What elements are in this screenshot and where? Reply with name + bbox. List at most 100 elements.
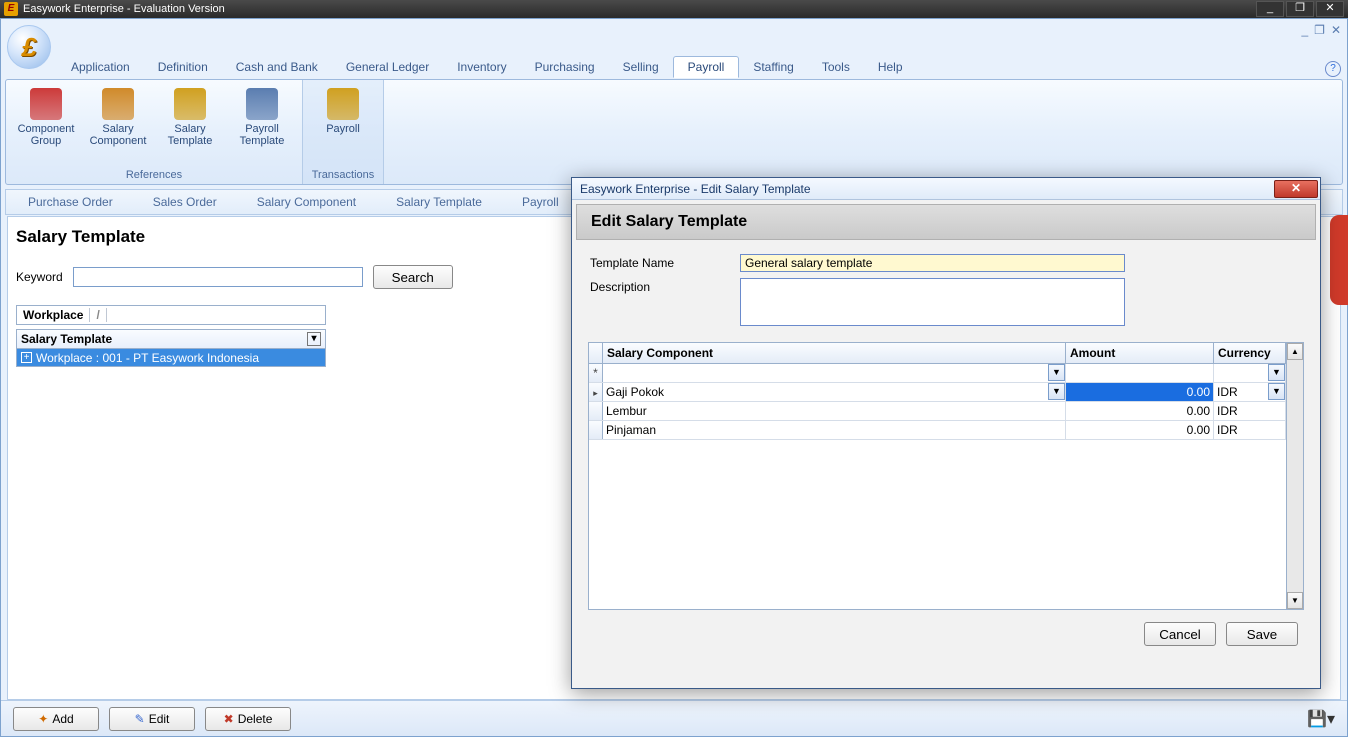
grid-cell-amount[interactable]: 0.00 — [1066, 383, 1214, 401]
save-button[interactable]: Save — [1226, 622, 1298, 646]
scroll-down-icon[interactable]: ▼ — [1287, 592, 1303, 609]
grid-row[interactable]: Pinjaman0.00IDR — [589, 421, 1286, 440]
ribbon-group-title: References — [12, 166, 296, 184]
menu-item-help[interactable]: Help — [864, 57, 917, 77]
ribbon-item-salary-component[interactable]: SalaryComponent — [84, 84, 152, 151]
add-button[interactable]: ✦Add — [13, 707, 99, 731]
grid-header: Salary Component Amount Currency — [589, 343, 1286, 364]
grid-row-indicator — [589, 402, 603, 420]
menu-item-selling[interactable]: Selling — [609, 57, 673, 77]
ribbon: ComponentGroupSalaryComponentSalaryTempl… — [5, 79, 1343, 185]
tree-header-dropdown-icon[interactable]: ▾ — [307, 332, 321, 346]
search-button[interactable]: Search — [373, 265, 453, 289]
tree-row-workplace[interactable]: + Workplace : 001 - PT Easywork Indonesi… — [16, 349, 326, 367]
grid-cell-currency[interactable]: IDR▼ — [1214, 383, 1286, 401]
grid-col-currency[interactable]: Currency — [1214, 343, 1286, 363]
grid-row-new[interactable]: ▼ ▼ — [589, 364, 1286, 383]
dialog-title: Easywork Enterprise - Edit Salary Templa… — [580, 182, 811, 196]
breadcrumb-item[interactable]: Workplace — [17, 308, 90, 322]
ribbon-item-payroll[interactable]: Payroll — [309, 84, 377, 139]
ribbon-icon — [102, 88, 134, 120]
window-title: Easywork Enterprise - Evaluation Version — [23, 3, 225, 15]
template-name-label: Template Name — [590, 254, 740, 272]
grid-new-component-cell[interactable]: ▼ — [603, 364, 1066, 382]
help-orb-icon[interactable]: ? — [1325, 61, 1341, 77]
dialog-heading: Edit Salary Template — [591, 213, 1301, 231]
dropdown-icon[interactable]: ▼ — [1048, 364, 1065, 381]
doc-tab-salary-template[interactable]: Salary Template — [386, 192, 512, 212]
grid-cell-currency[interactable]: IDR — [1214, 402, 1286, 420]
dialog-footer: Cancel Save — [576, 610, 1316, 658]
delete-icon: ✖ — [224, 712, 234, 726]
scroll-up-icon[interactable]: ▲ — [1287, 343, 1303, 360]
grid-cell-component[interactable]: Pinjaman — [603, 421, 1066, 439]
bottom-toolbar: ✦Add ✎Edit ✖Delete 💾▾ — [1, 700, 1347, 736]
ribbon-group-references: ComponentGroupSalaryComponentSalaryTempl… — [6, 80, 303, 184]
grid-cell-component[interactable]: Lembur — [603, 402, 1066, 420]
template-name-input[interactable] — [740, 254, 1125, 272]
doc-tab-sales-order[interactable]: Sales Order — [143, 192, 247, 212]
grid-cell-currency[interactable]: IDR — [1214, 421, 1286, 439]
dropdown-icon[interactable]: ▼ — [1268, 364, 1285, 381]
add-icon: ✦ — [38, 712, 48, 726]
tree-header-label: Salary Template — [21, 332, 112, 346]
ribbon-label: ComponentGroup — [14, 123, 78, 147]
ribbon-item-salary-template[interactable]: SalaryTemplate — [156, 84, 224, 151]
grid-row-indicator — [589, 383, 603, 401]
dialog-titlebar[interactable]: Easywork Enterprise - Edit Salary Templa… — [572, 178, 1320, 200]
tree-expand-icon[interactable]: + — [21, 352, 32, 363]
grid-new-currency-cell[interactable]: ▼ — [1214, 364, 1286, 382]
minimize-button[interactable]: _ — [1256, 1, 1284, 17]
menu-item-payroll[interactable]: Payroll — [673, 56, 740, 78]
keyword-input[interactable] — [73, 267, 363, 287]
ribbon-label: Payroll — [311, 123, 375, 135]
grid-col-component[interactable]: Salary Component — [603, 343, 1066, 363]
description-input[interactable] — [740, 278, 1125, 326]
menu-item-definition[interactable]: Definition — [144, 57, 222, 77]
cancel-button[interactable]: Cancel — [1144, 622, 1216, 646]
edit-button[interactable]: ✎Edit — [109, 707, 195, 731]
ribbon-item-component-group[interactable]: ComponentGroup — [12, 84, 80, 151]
grid-cell-component[interactable]: Gaji Pokok▼ — [603, 383, 1066, 401]
ribbon-icon — [327, 88, 359, 120]
breadcrumb-bar[interactable]: Workplace / — [16, 305, 326, 325]
dialog-close-button[interactable]: ✕ — [1274, 180, 1318, 198]
menu-item-tools[interactable]: Tools — [808, 57, 864, 77]
menu-item-staffing[interactable]: Staffing — [739, 57, 807, 77]
grid-row[interactable]: Lembur0.00IDR — [589, 402, 1286, 421]
close-button[interactable]: ✕ — [1316, 1, 1344, 17]
grid-row[interactable]: Gaji Pokok▼0.00IDR▼ — [589, 383, 1286, 402]
menu-item-cash-and-bank[interactable]: Cash and Bank — [222, 57, 332, 77]
salary-grid: Salary Component Amount Currency ▼ ▼ Gaj… — [588, 342, 1304, 610]
dropdown-icon[interactable]: ▼ — [1268, 383, 1285, 400]
grid-cell-amount[interactable]: 0.00 — [1066, 421, 1214, 439]
save-disk-icon[interactable]: 💾▾ — [1307, 709, 1335, 729]
maximize-button[interactable]: ❐ — [1286, 1, 1314, 17]
dialog-header-panel: Edit Salary Template — [576, 204, 1316, 240]
ribbon-item-payroll-template[interactable]: PayrollTemplate — [228, 84, 296, 151]
menu-item-inventory[interactable]: Inventory — [443, 57, 520, 77]
tree-header: Salary Template ▾ — [16, 329, 326, 349]
menu-item-application[interactable]: Application — [57, 57, 144, 77]
doc-tab-purchase-order[interactable]: Purchase Order — [18, 192, 143, 212]
grid-scrollbar[interactable]: ▲ ▼ — [1286, 343, 1303, 609]
mdi-close-icon[interactable]: ✕ — [1331, 23, 1341, 37]
app-icon: E — [4, 2, 18, 16]
grid-col-amount[interactable]: Amount — [1066, 343, 1214, 363]
app-logo-orb[interactable]: £ — [7, 25, 51, 69]
keyword-label: Keyword — [16, 270, 63, 284]
ribbon-label: SalaryTemplate — [158, 123, 222, 147]
grid-new-amount-cell[interactable] — [1066, 364, 1214, 382]
menu-item-general-ledger[interactable]: General Ledger — [332, 57, 443, 77]
grid-cell-amount[interactable]: 0.00 — [1066, 402, 1214, 420]
doc-tab-salary-component[interactable]: Salary Component — [247, 192, 386, 212]
delete-button[interactable]: ✖Delete — [205, 707, 291, 731]
main-menu: ApplicationDefinitionCash and BankGenera… — [57, 55, 1327, 79]
edit-salary-template-dialog: Easywork Enterprise - Edit Salary Templa… — [571, 177, 1321, 689]
side-red-tab[interactable] — [1330, 215, 1348, 305]
dropdown-icon[interactable]: ▼ — [1048, 383, 1065, 400]
menu-item-purchasing[interactable]: Purchasing — [521, 57, 609, 77]
dialog-body: Edit Salary Template Template Name Descr… — [572, 200, 1320, 688]
mdi-minimize-icon[interactable]: _ — [1301, 23, 1308, 37]
mdi-restore-icon[interactable]: ❐ — [1314, 23, 1325, 37]
